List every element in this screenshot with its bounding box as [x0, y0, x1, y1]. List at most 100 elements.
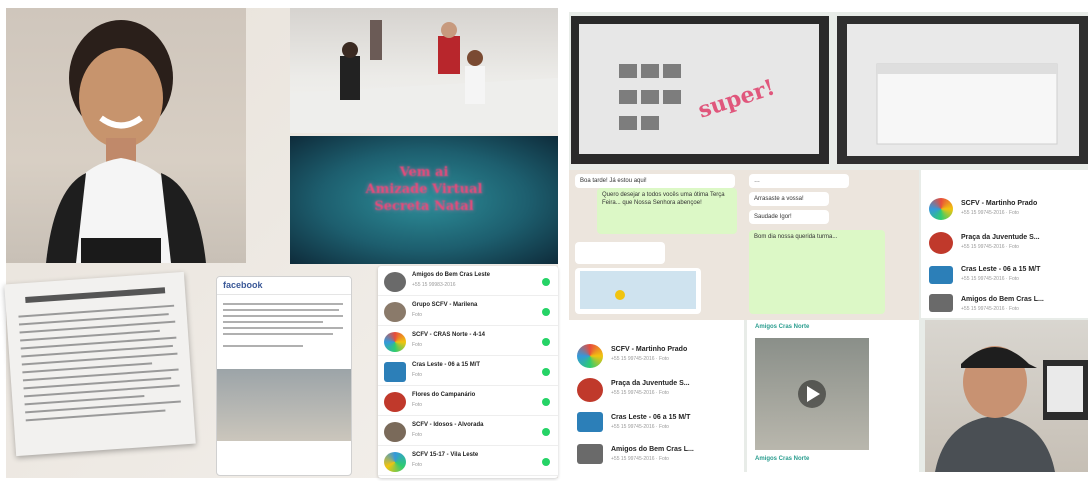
chat-name[interactable]: Amigos do Bem Cras L...: [961, 296, 1044, 303]
facebook-post-card[interactable]: facebook: [216, 276, 352, 476]
chat-name[interactable]: Amigos do Bem Cras L...: [611, 446, 694, 453]
facebook-post-photo[interactable]: [217, 369, 351, 441]
man-illustration: [935, 346, 1088, 472]
list-item[interactable]: Flores do Campanário Foto: [378, 388, 558, 416]
chat-list-bottom: SCFV - Martinho Prado +55 15 99745-2016 …: [569, 320, 744, 472]
chat-preview: +55 15 99745-2016 · Foto: [961, 210, 1019, 216]
list-item[interactable]: Amigos do Bem Cras Leste +55 15 99983-20…: [378, 268, 558, 296]
avatar: [577, 412, 603, 432]
chat-preview: Foto: [412, 372, 423, 378]
avatar: [384, 422, 406, 442]
video-caption: Amigos Cras Norte: [755, 324, 810, 330]
chat-list-right: SCFV - Martinho Prado +55 15 99745-2016 …: [921, 170, 1088, 318]
chat-name: SCFV - Idosos - Alvorada: [412, 422, 484, 428]
message-bubble: Arrasaste a vossa!: [749, 192, 829, 206]
chat-name: Grupo SCFV - Marilena: [412, 302, 478, 308]
chat-preview: +55 15 99745-2016 · Foto: [961, 244, 1019, 250]
avatar: [577, 444, 603, 464]
avatar: [384, 452, 406, 472]
post-text-lines: [223, 303, 343, 347]
chat-preview: +55 15 99745-2016 · Foto: [961, 276, 1019, 282]
chat-name: Flores do Campanário: [412, 392, 476, 398]
chat-preview: Foto: [412, 432, 423, 438]
list-item[interactable]: Grupo SCFV - Marilena Foto: [378, 298, 558, 326]
avatar: [384, 272, 406, 292]
printed-document-photo: [4, 271, 196, 457]
monitor-screen: [847, 24, 1079, 156]
chat-preview: +55 15 99983-2016: [412, 282, 456, 288]
facebook-post-text: [217, 295, 351, 366]
right-collage: super! Boa tarde! Já estou aqui! Quero d…: [569, 12, 1088, 472]
chat-name[interactable]: Praça da Juventude S...: [961, 234, 1040, 241]
list-item[interactable]: SCFV - CRAS Norte - 4-14 Foto: [378, 328, 558, 356]
screen-window: [876, 63, 1058, 145]
message-bubble: Quero desejar a todos vocês uma ótima Te…: [597, 188, 737, 234]
chat-preview: +55 15 99745-2016 · Foto: [611, 456, 669, 462]
document-lines: [18, 287, 181, 422]
avatar: [929, 232, 953, 254]
avatar: [929, 294, 953, 312]
monitor-photo-left: super!: [571, 16, 829, 164]
unread-badge: [542, 458, 550, 466]
whatsapp-conversation: Boa tarde! Já estou aqui! Quero desejar …: [569, 170, 919, 320]
avatar: [929, 198, 953, 220]
dancers-illustration: [290, 20, 558, 133]
banner-line: Secreta Natal: [374, 199, 474, 214]
chat-name[interactable]: Praça da Juventude S...: [611, 380, 690, 387]
avatar: [577, 378, 603, 402]
unread-badge: [542, 368, 550, 376]
map-message[interactable]: [575, 268, 701, 314]
banner-text: Vem ai Amizade Virtual Secreta Natal: [290, 164, 558, 215]
facebook-header: facebook: [217, 277, 351, 295]
list-item[interactable]: SCFV - Idosos - Alvorada Foto: [378, 418, 558, 446]
message-bubble: [575, 242, 665, 264]
chat-preview: Foto: [412, 402, 423, 408]
chat-name: Cras Leste - 06 a 15 M/T: [412, 362, 481, 368]
video-caption: Amigos Cras Norte: [755, 456, 810, 462]
screen-thumbnails: [619, 64, 681, 130]
avatar: [384, 392, 406, 412]
christmas-banner: Vem ai Amizade Virtual Secreta Natal: [290, 136, 558, 264]
chat-name[interactable]: Cras Leste - 06 a 15 M/T: [961, 266, 1040, 273]
chat-name: Amigos do Bem Cras Leste: [412, 272, 491, 278]
chat-preview: Foto: [412, 342, 423, 348]
video-message[interactable]: Amigos Cras Norte Amigos Cras Norte: [747, 320, 919, 472]
chat-preview: +55 15 99745-2016 · Foto: [611, 390, 669, 396]
avatar: [384, 302, 406, 322]
chat-preview: Foto: [412, 312, 423, 318]
message-bubble: …: [749, 174, 849, 188]
monitor-screen: super!: [579, 24, 819, 154]
woman-illustration: [46, 20, 206, 263]
message-bubble: Saudade Igor!: [749, 210, 829, 224]
left-collage: Vem ai Amizade Virtual Secreta Natal fac…: [4, 8, 558, 478]
avatar: [384, 362, 406, 382]
chat-preview: +55 15 99745-2016 · Foto: [611, 424, 669, 430]
banner-line: Amizade Virtual: [365, 182, 483, 197]
chat-name[interactable]: SCFV - Martinho Prado: [961, 200, 1037, 207]
man-with-cap-photo: [925, 320, 1088, 472]
unread-badge: [542, 428, 550, 436]
list-item[interactable]: SCFV 15-17 - Vila Leste Foto: [378, 448, 558, 476]
play-icon: [798, 380, 826, 408]
list-item[interactable]: Cras Leste - 06 a 15 M/T Foto: [378, 358, 558, 386]
unread-badge: [542, 308, 550, 316]
unread-badge: [542, 338, 550, 346]
unread-badge: [542, 398, 550, 406]
avatar: [384, 332, 406, 352]
smiling-woman-photo: [6, 8, 246, 263]
chat-name: SCFV 15-17 - Vila Leste: [412, 452, 479, 458]
message-bubble: Boa tarde! Já estou aqui!: [575, 174, 735, 188]
map-icon: [580, 271, 696, 309]
chat-name: SCFV - CRAS Norte - 4-14: [412, 332, 486, 338]
video-thumbnail[interactable]: [755, 338, 869, 450]
banner-line: Vem ai: [399, 165, 449, 180]
message-bubble: Bom dia nossa querida turma...: [749, 230, 885, 314]
chat-preview: +55 15 99745-2016 · Foto: [961, 306, 1019, 312]
chat-preview: +55 15 99745-2016 · Foto: [611, 356, 669, 362]
unread-badge: [542, 278, 550, 286]
chat-name[interactable]: SCFV - Martinho Prado: [611, 346, 687, 353]
avatar: [577, 344, 603, 368]
monitor-photo-right: [837, 16, 1088, 164]
avatar: [929, 266, 953, 284]
chat-name[interactable]: Cras Leste - 06 a 15 M/T: [611, 414, 690, 421]
